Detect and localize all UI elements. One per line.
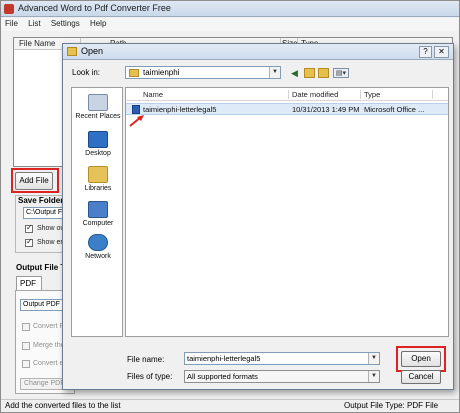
save-folder-label: Save Folder: (18, 196, 67, 205)
app-logo-icon (4, 4, 14, 14)
view-menu-icon[interactable]: ▤▾ (333, 68, 349, 78)
file-name-label: File name: (127, 355, 165, 364)
menu-bar: File List Settings Help (1, 18, 459, 31)
libraries-icon (88, 166, 108, 183)
app-title: Advanced Word to Pdf Converter Free (18, 3, 171, 13)
convert-each-checkbox[interactable] (22, 360, 30, 368)
merge-label: Merge the (33, 342, 65, 349)
look-in-label: Look in: (72, 68, 101, 77)
desktop-icon (88, 131, 108, 148)
back-arrow-icon[interactable]: ◀ (289, 68, 300, 78)
chevron-down-icon[interactable]: ▼ (368, 371, 379, 382)
look-in-value: taimienphi (143, 68, 180, 77)
files-of-type-value: All supported formats (187, 372, 258, 381)
network-icon (88, 234, 108, 251)
file-name-cell: taimienphi-letterlegal5 (143, 105, 217, 114)
dialog-title: Open (81, 46, 104, 56)
up-folder-icon[interactable] (304, 68, 315, 78)
app-titlebar: Advanced Word to Pdf Converter Free (1, 1, 459, 17)
menu-help[interactable]: Help (86, 18, 110, 29)
menu-file[interactable]: File (1, 18, 22, 29)
file-name-input[interactable]: taimienphi-letterlegal5 ▼ (184, 352, 380, 365)
recent-places-icon (88, 94, 108, 111)
new-folder-icon[interactable] (318, 68, 329, 78)
folder-icon (129, 69, 139, 77)
place-libraries[interactable]: Libraries (72, 166, 124, 192)
open-dialog: Open ? ✕ Look in: taimienphi ▼ ◀ ▤▾ Rece… (62, 43, 454, 390)
file-row[interactable]: taimienphi-letterlegal5 10/31/2013 1:49 … (126, 103, 448, 115)
place-desktop[interactable]: Desktop (72, 131, 124, 157)
col-name[interactable]: Name (143, 90, 163, 99)
place-recent[interactable]: Recent Places (72, 94, 124, 120)
chevron-down-icon[interactable]: ▼ (368, 353, 379, 364)
show-output-label: Show ou (37, 225, 65, 232)
look-in-dropdown[interactable]: taimienphi ▼ (125, 66, 281, 79)
menu-list[interactable]: List (24, 18, 44, 29)
help-button[interactable]: ? (419, 46, 432, 58)
tab-pdf[interactable]: PDF (16, 276, 42, 290)
merge-checkbox[interactable] (22, 342, 30, 350)
pointer-arrow-icon (129, 115, 144, 127)
files-of-type-label: Files of type: (127, 372, 173, 381)
files-of-type-select[interactable]: All supported formats ▼ (184, 370, 380, 383)
folder-icon (67, 47, 77, 56)
file-name-value: taimienphi-letterlegal5 (187, 354, 261, 363)
word-document-icon (132, 105, 140, 114)
col-file-name[interactable]: File Name (19, 39, 55, 48)
close-button[interactable]: ✕ (434, 46, 449, 58)
place-computer[interactable]: Computer (72, 201, 124, 227)
cancel-button[interactable]: Cancel (401, 370, 441, 384)
status-bar: Add the converted files to the list Outp… (1, 399, 459, 412)
open-button[interactable]: Open (401, 351, 441, 367)
show-error-checkbox[interactable] (25, 237, 33, 247)
menu-settings[interactable]: Settings (47, 18, 84, 29)
show-error-label: Show err (37, 239, 66, 246)
dialog-titlebar: Open ? ✕ (63, 44, 453, 60)
places-bar: Recent Places Desktop Libraries Computer… (71, 87, 123, 337)
add-file-button[interactable]: Add File (15, 172, 53, 190)
col-date-modified[interactable]: Date modified (292, 90, 338, 99)
status-message: Add the converted files to the list (5, 401, 121, 410)
file-list-columns: Name Date modified Type (126, 88, 448, 101)
file-type-cell: Microsoft Office ... (364, 105, 425, 114)
computer-icon (88, 201, 108, 218)
place-network[interactable]: Network (72, 234, 124, 260)
status-output-type: Output File Type: PDF File (344, 401, 439, 410)
show-output-checkbox[interactable] (25, 223, 33, 233)
col-type[interactable]: Type (364, 90, 380, 99)
file-date-cell: 10/31/2013 1:49 PM (292, 105, 360, 114)
file-list-view[interactable]: Name Date modified Type taimienphi-lette… (125, 87, 449, 337)
chevron-down-icon[interactable]: ▼ (269, 67, 280, 78)
convert-pdf-checkbox[interactable] (22, 323, 30, 331)
